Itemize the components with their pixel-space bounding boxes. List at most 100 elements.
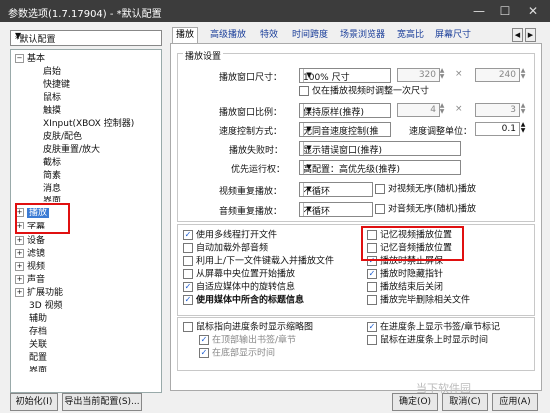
- expand-icon[interactable]: +: [15, 275, 24, 284]
- video-repeat-select[interactable]: 不循环 ▼: [299, 182, 373, 197]
- checkbox-box[interactable]: [183, 243, 193, 253]
- ratio-a-input[interactable]: 4: [397, 103, 440, 117]
- tree-item[interactable]: + 设备: [15, 236, 45, 247]
- collapse-icon[interactable]: −: [15, 54, 24, 63]
- tree-item[interactable]: + 声音: [15, 275, 45, 286]
- spin-down-icon[interactable]: ▲ ▼: [519, 68, 527, 80]
- window-size-select[interactable]: 100% 尺寸 ▼: [299, 68, 391, 83]
- tree-item-basic[interactable]: − 基本: [15, 54, 45, 65]
- fail-select[interactable]: 显示错误窗口(推荐) ▼: [299, 141, 461, 156]
- height-input[interactable]: 240: [475, 68, 520, 82]
- tree-item-child[interactable]: 界面: [43, 196, 61, 202]
- ratio-select[interactable]: 保持原样(推荐) ▼: [299, 103, 391, 118]
- export-button[interactable]: 导出当前配置(S)...: [62, 393, 142, 411]
- spin-up-icon[interactable]: ▲ ▼: [519, 122, 527, 134]
- option-checkbox[interactable]: ✓ 播放时禁止屏保: [367, 256, 443, 267]
- ratio-b-input[interactable]: 3: [475, 103, 520, 117]
- checkbox-box[interactable]: [183, 269, 193, 279]
- expand-icon[interactable]: +: [15, 236, 24, 245]
- audio-random-checkbox[interactable]: 对音频无序(随机)播放: [375, 204, 476, 215]
- option-checkbox[interactable]: 播放完毕删除相关文件: [367, 295, 470, 306]
- settings-tree[interactable]: − 基本 启始 快捷键 鼠标 触摸 XInput(XBOX 控制器) 皮肤/配色 …: [10, 49, 162, 393]
- width-input[interactable]: 320: [397, 68, 440, 82]
- check-icon[interactable]: ✓: [199, 335, 209, 345]
- option-checkbox[interactable]: 播放结束后关闭: [367, 282, 443, 293]
- tree-item-child[interactable]: 快捷键: [43, 80, 70, 91]
- check-icon[interactable]: ✓: [199, 348, 209, 358]
- tree-item-playback[interactable]: + 播放: [15, 208, 50, 219]
- tab-effects[interactable]: 特效: [260, 28, 278, 42]
- option-checkbox[interactable]: ✓ 自适应媒体中的旋转信息: [183, 282, 295, 293]
- speed-select[interactable]: 无同音速度控制(推 ▼: [299, 122, 391, 137]
- expand-icon[interactable]: +: [15, 249, 24, 258]
- option-checkbox[interactable]: ✓ 播放时隐藏指针: [367, 269, 443, 280]
- top-bookmarks-checkbox[interactable]: ✓ 在顶部输出书签/章节: [199, 335, 296, 346]
- tree-item-child[interactable]: 皮肤/配色: [43, 132, 82, 143]
- audio-repeat-select[interactable]: 不循环 ▼: [299, 202, 373, 217]
- option-checkbox[interactable]: 记忆视频播放位置: [367, 230, 452, 241]
- checkbox-box[interactable]: [183, 322, 193, 332]
- check-icon[interactable]: ✓: [367, 269, 377, 279]
- init-button[interactable]: 初始化(I): [10, 393, 58, 411]
- tab-scene-browser[interactable]: 场景浏览器: [340, 28, 385, 42]
- option-checkbox[interactable]: 利用上/下一文件键载入并播放文件: [183, 256, 334, 267]
- tree-item-child[interactable]: XInput(XBOX 控制器): [43, 119, 134, 130]
- spin-up-icon[interactable]: ▲ ▼: [438, 68, 446, 80]
- tree-item[interactable]: 3D 视频: [29, 301, 63, 312]
- option-checkbox[interactable]: ✓ 使用多线程打开文件: [183, 230, 277, 241]
- bottom-time-checkbox[interactable]: ✓ 在底部显示时间: [199, 348, 275, 359]
- check-icon[interactable]: ✓: [183, 230, 193, 240]
- checkbox-box[interactable]: [375, 204, 385, 214]
- minimize-icon[interactable]: —: [466, 0, 492, 22]
- tree-item[interactable]: + 滤镜: [15, 249, 45, 260]
- option-checkbox[interactable]: 从屏幕中央位置开始播放: [183, 269, 295, 280]
- tree-item[interactable]: + 视频: [15, 262, 45, 273]
- tree-item-child[interactable]: 截标: [43, 158, 61, 169]
- tree-item-child[interactable]: 启始: [43, 67, 61, 78]
- option-checkbox[interactable]: 自动加载外部音频: [183, 243, 268, 254]
- maximize-icon[interactable]: ☐: [492, 0, 518, 22]
- check-icon[interactable]: ✓: [183, 282, 193, 292]
- tree-item-child[interactable]: 消息: [43, 184, 61, 195]
- expand-icon[interactable]: +: [15, 222, 24, 229]
- tree-item[interactable]: + 扩展功能: [15, 288, 63, 299]
- checkbox-box[interactable]: [367, 282, 377, 292]
- priority-select[interactable]: 高配置：高优先级(推荐) ▼: [299, 160, 461, 175]
- tab-screen-size[interactable]: 屏幕尺寸: [435, 28, 471, 42]
- only-once-checkbox[interactable]: 仅在播放视频时调整一次尺寸: [299, 86, 429, 97]
- spin-down-icon[interactable]: ▲ ▼: [519, 103, 527, 115]
- checkbox-box[interactable]: [367, 230, 377, 240]
- expand-icon[interactable]: +: [15, 208, 24, 217]
- tab-prev-icon[interactable]: ◀: [512, 28, 523, 42]
- check-icon[interactable]: ✓: [183, 295, 193, 305]
- profile-select[interactable]: *默认配置 ▼: [10, 30, 162, 46]
- check-icon[interactable]: ✓: [367, 256, 377, 266]
- tree-item[interactable]: 界面: [29, 366, 47, 372]
- spin-up-icon[interactable]: ▲ ▼: [438, 103, 446, 115]
- tab-time-span[interactable]: 时间跨度: [292, 28, 328, 42]
- option-checkbox[interactable]: ✓ 使用媒体中所含的标题信息: [183, 295, 304, 306]
- tree-item-child[interactable]: 皮肤重置/放大: [43, 145, 100, 156]
- tab-playback[interactable]: 播放: [172, 27, 199, 44]
- tree-item-child[interactable]: 简素: [43, 171, 61, 182]
- checkbox-box[interactable]: [367, 243, 377, 253]
- tree-item[interactable]: 关联: [29, 340, 47, 351]
- checkbox-box[interactable]: [299, 86, 309, 96]
- checkbox-box[interactable]: [367, 295, 377, 305]
- checkbox-box[interactable]: [183, 256, 193, 266]
- tree-item-child[interactable]: 鼠标: [43, 93, 61, 104]
- option-checkbox[interactable]: 记忆音频播放位置: [367, 243, 452, 254]
- close-icon[interactable]: ✕: [520, 0, 546, 22]
- checkbox-box[interactable]: [375, 184, 385, 194]
- tree-item-subtitles[interactable]: + 字幕: [15, 222, 45, 229]
- progress-time-checkbox[interactable]: 鼠标在进度条上时显示时间: [367, 335, 488, 346]
- check-icon[interactable]: ✓: [367, 322, 377, 332]
- tree-item[interactable]: 配置: [29, 353, 47, 364]
- bookmark-marks-checkbox[interactable]: ✓ 在进度条上显示书签/章节标记: [367, 322, 500, 333]
- tab-aspect-ratio[interactable]: 宽高比: [397, 28, 424, 42]
- thumbnail-checkbox[interactable]: 鼠标指向进度条时显示缩略图: [183, 322, 313, 333]
- speed-unit-input[interactable]: 0.1: [475, 122, 520, 136]
- expand-icon[interactable]: +: [15, 262, 24, 271]
- tree-item[interactable]: 辅助: [29, 314, 47, 325]
- tree-item[interactable]: 存档: [29, 327, 47, 338]
